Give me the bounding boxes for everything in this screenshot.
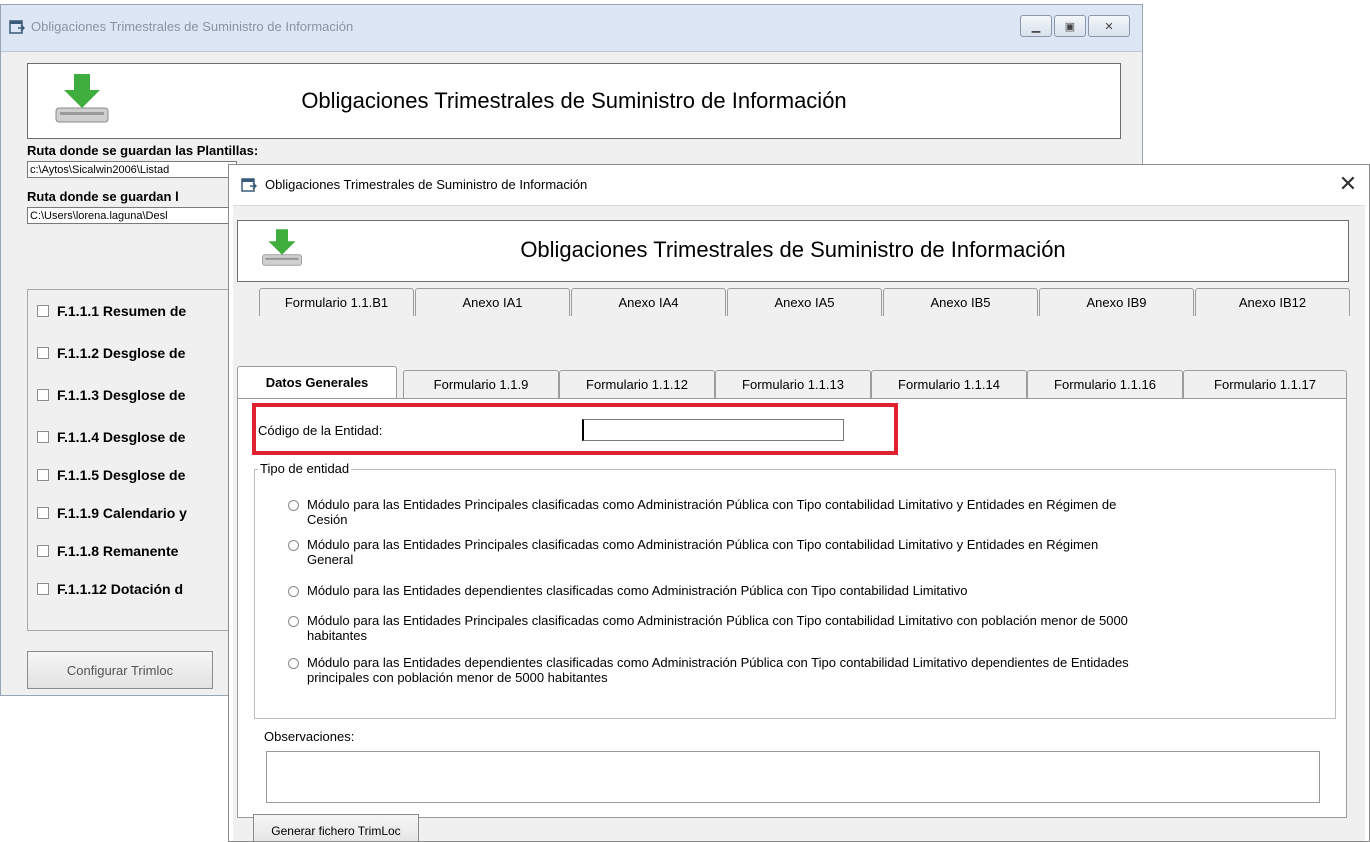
option-text: Módulo para las Entidades Principales cl… xyxy=(307,497,1117,512)
checkbox-f113[interactable]: F.1.1.3 Desglose de xyxy=(37,387,185,403)
tab-formulario-1113[interactable]: Formulario 1.1.13 xyxy=(715,370,871,398)
observations-label: Observaciones: xyxy=(264,729,355,744)
checkbox-f1112[interactable]: F.1.1.12 Dotación d xyxy=(37,581,183,597)
back-title-bar[interactable]: Obligaciones Trimestrales de Suministro … xyxy=(1,5,1142,52)
minimize-icon: ▁ xyxy=(1031,20,1041,33)
checkbox-box[interactable] xyxy=(37,507,49,519)
checkbox-box[interactable] xyxy=(37,431,49,443)
checkbox-f114[interactable]: F.1.1.4 Desglose de xyxy=(37,429,185,445)
checkbox-f118[interactable]: F.1.1.8 Remanente xyxy=(37,543,178,559)
checkbox-box[interactable] xyxy=(37,305,49,317)
configure-trimloc-button[interactable]: Configurar Trimloc xyxy=(27,651,213,689)
tab-anexo-ib9[interactable]: Anexo IB9 xyxy=(1039,288,1194,316)
entity-type-option-5[interactable]: Módulo para las Entidades dependientes c… xyxy=(288,655,1318,685)
radio-button[interactable] xyxy=(288,500,299,511)
tab-formulario-1112[interactable]: Formulario 1.1.12 xyxy=(559,370,715,398)
front-window-title: Obligaciones Trimestrales de Suministro … xyxy=(265,177,588,192)
checkbox-label: F.1.1.4 Desglose de xyxy=(57,429,186,445)
checkbox-f112[interactable]: F.1.1.2 Desglose de xyxy=(37,345,185,361)
checkbox-label: F.1.1.3 Desglose de xyxy=(57,387,186,403)
highlight-box xyxy=(252,403,898,455)
checkbox-label: F.1.1.12 Dotación d xyxy=(57,581,184,597)
second-path-input[interactable]: C:\Users\lorena.laguna\Desl xyxy=(27,207,237,224)
tab-anexo-ia4[interactable]: Anexo IA4 xyxy=(571,288,726,316)
entity-type-option-3[interactable]: Módulo para las Entidades dependientes c… xyxy=(288,583,1318,598)
maximize-icon: ▣ xyxy=(1064,20,1076,33)
entity-type-legend: Tipo de entidad xyxy=(258,461,352,476)
tab-anexo-ia1[interactable]: Anexo IA1 xyxy=(415,288,570,316)
option-text: Módulo para las Entidades Principales cl… xyxy=(307,613,1128,628)
maximize-button[interactable]: ▣ xyxy=(1054,15,1086,37)
datos-generales-panel: Código de la Entidad: Tipo de entidad Mó… xyxy=(237,398,1347,818)
close-button[interactable]: ✕ xyxy=(1088,15,1130,37)
radio-button[interactable] xyxy=(288,616,299,627)
checkbox-label: F.1.1.9 Calendario y xyxy=(57,505,187,521)
option-text: Módulo para las Entidades dependientes c… xyxy=(307,583,968,598)
tab-anexo-ia5[interactable]: Anexo IA5 xyxy=(727,288,882,316)
minimize-button[interactable]: ▁ xyxy=(1020,15,1052,37)
tab-anexo-ib5[interactable]: Anexo IB5 xyxy=(883,288,1038,316)
front-dialog: Obligaciones Trimestrales de Suministro … xyxy=(228,164,1370,842)
option-text: principales con población menor de 5000 … xyxy=(307,670,608,685)
entity-type-option-2[interactable]: Módulo para las Entidades Principales cl… xyxy=(288,537,1318,567)
tab-formulario-1114[interactable]: Formulario 1.1.14 xyxy=(871,370,1027,398)
close-icon[interactable]: ✕ xyxy=(1337,171,1359,197)
option-text: Módulo para las Entidades dependientes c… xyxy=(307,655,1129,670)
back-header-title: Obligaciones Trimestrales de Suministro … xyxy=(301,88,847,113)
checkbox-box[interactable] xyxy=(37,583,49,595)
second-path-label: Ruta donde se guardan l xyxy=(27,189,179,204)
tab-formulario-1117[interactable]: Formulario 1.1.17 xyxy=(1183,370,1347,398)
templates-path-input[interactable]: c:\Aytos\Sicalwin2006\Listad xyxy=(27,161,237,178)
option-text: Módulo para las Entidades Principales cl… xyxy=(307,537,1099,552)
front-title-bar[interactable]: Obligaciones Trimestrales de Suministro … xyxy=(229,165,1369,205)
entity-type-option-1[interactable]: Módulo para las Entidades Principales cl… xyxy=(288,497,1318,527)
radio-button[interactable] xyxy=(288,540,299,551)
checkbox-label: F.1.1.5 Desglose de xyxy=(57,467,186,483)
checkbox-box[interactable] xyxy=(37,347,49,359)
option-text: General xyxy=(307,552,354,567)
checkbox-f111[interactable]: F.1.1.1 Resumen de xyxy=(37,303,186,319)
checkbox-label: F.1.1.2 Desglose de xyxy=(57,345,186,361)
front-header-banner: Obligaciones Trimestrales de Suministro … xyxy=(237,220,1349,282)
tab-control: Formulario 1.1.B1 Anexo IA1 Anexo IA4 An… xyxy=(237,288,1351,818)
checkbox-box[interactable] xyxy=(37,545,49,557)
option-text: habitantes xyxy=(307,628,367,643)
tab-formulario-11b1[interactable]: Formulario 1.1.B1 xyxy=(259,288,414,316)
checkbox-label: F.1.1.1 Resumen de xyxy=(57,303,187,319)
back-window-title: Obligaciones Trimestrales de Suministro … xyxy=(31,19,354,34)
dialog-client-area: Obligaciones Trimestrales de Suministro … xyxy=(233,205,1365,841)
templates-path-label: Ruta donde se guardan las Plantillas: xyxy=(27,143,259,158)
checkbox-f119[interactable]: F.1.1.9 Calendario y xyxy=(37,505,187,521)
back-header-banner: Obligaciones Trimestrales de Suministro … xyxy=(27,63,1121,139)
radio-button[interactable] xyxy=(288,586,299,597)
entity-type-option-4[interactable]: Módulo para las Entidades Principales cl… xyxy=(288,613,1318,643)
app-window-icon xyxy=(241,177,258,193)
tab-formulario-119[interactable]: Formulario 1.1.9 xyxy=(403,370,559,398)
option-text: Cesión xyxy=(307,512,348,527)
tab-datos-generales[interactable]: Datos Generales xyxy=(237,366,397,398)
checkbox-label: F.1.1.8 Remanente xyxy=(57,543,179,559)
front-header-title: Obligaciones Trimestrales de Suministro … xyxy=(520,237,1066,262)
observations-textarea[interactable] xyxy=(266,751,1320,803)
radio-button[interactable] xyxy=(288,658,299,669)
checkbox-box[interactable] xyxy=(37,469,49,481)
close-icon: ✕ xyxy=(1104,20,1114,33)
tab-anexo-ib12[interactable]: Anexo IB12 xyxy=(1195,288,1350,316)
generate-trimloc-button[interactable]: Generar fichero TrimLoc xyxy=(253,814,419,841)
tab-formulario-1116[interactable]: Formulario 1.1.16 xyxy=(1027,370,1183,398)
checkbox-box[interactable] xyxy=(37,389,49,401)
app-window-icon xyxy=(9,19,26,35)
checkbox-f115[interactable]: F.1.1.5 Desglose de xyxy=(37,467,185,483)
